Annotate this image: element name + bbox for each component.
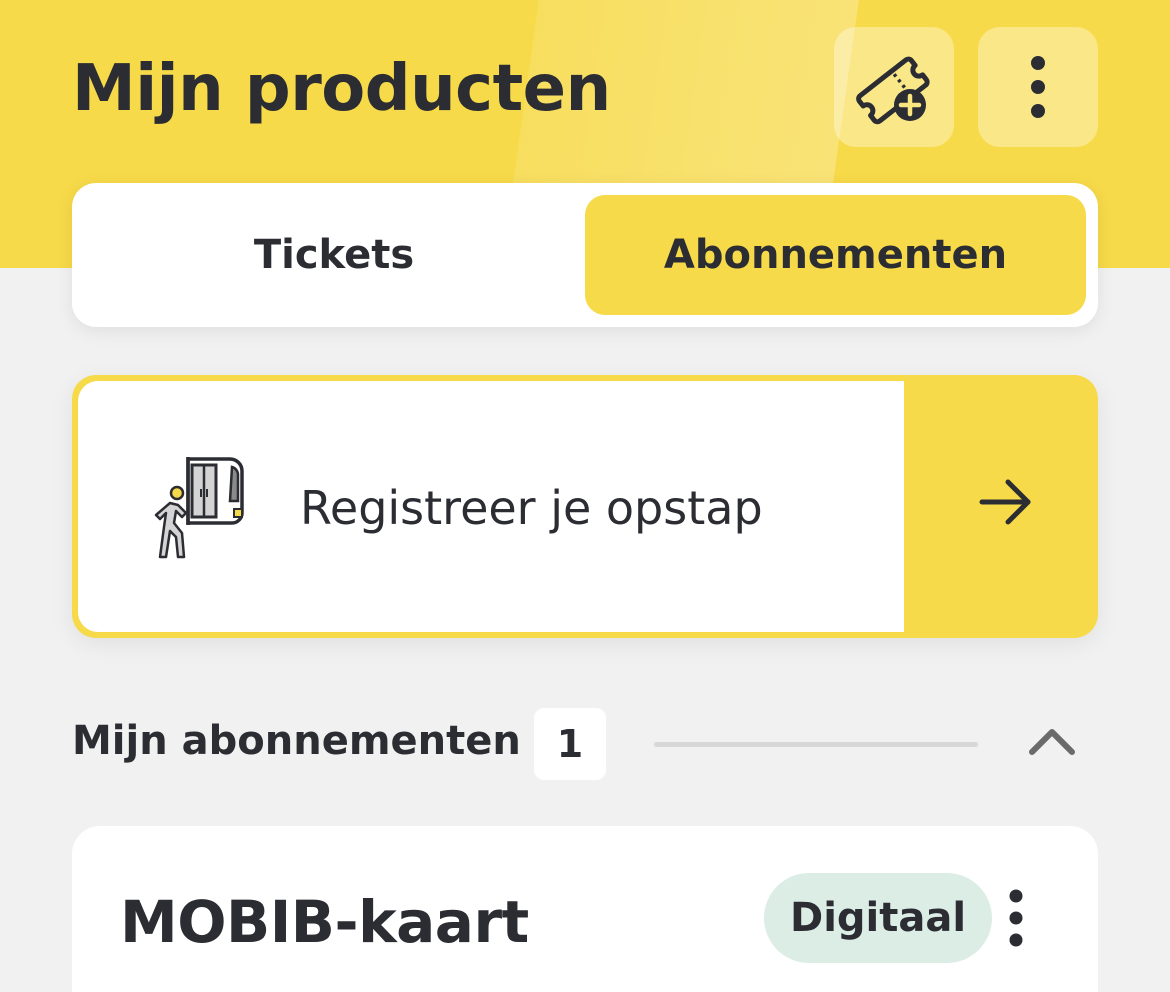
chevron-up-icon: [1029, 729, 1075, 755]
digital-badge: Digitaal: [764, 873, 993, 963]
tab-abonnementen[interactable]: Abonnementen: [585, 195, 1086, 315]
register-boarding-label: Registreer je opstap: [300, 481, 763, 535]
ticket-add-icon: [856, 56, 930, 125]
collapse-section-button[interactable]: [1022, 718, 1082, 768]
buy-ticket-button[interactable]: [834, 27, 954, 147]
arrow-right-icon: [979, 479, 1031, 525]
product-card[interactable]: MOBIB-kaart Digitaal: [72, 826, 1098, 992]
tab-abonnementen-label: Abonnementen: [663, 232, 1008, 278]
tab-tickets-label: Tickets: [253, 232, 415, 278]
register-boarding-card[interactable]: Registreer je opstap: [72, 375, 1098, 638]
product-name: MOBIB-kaart: [120, 888, 529, 956]
header-more-button[interactable]: [978, 27, 1098, 147]
section-divider: [654, 742, 978, 747]
page-title: Mijn producten: [72, 52, 611, 126]
more-vertical-icon: [1031, 56, 1045, 118]
more-vertical-icon[interactable]: [994, 888, 1038, 952]
subscription-count-badge: 1: [534, 708, 606, 780]
tab-tickets[interactable]: Tickets: [84, 195, 584, 315]
section-title: Mijn abonnementen: [72, 718, 521, 764]
register-boarding-content: Registreer je opstap: [78, 381, 904, 632]
person-boarding-vehicle-icon: [154, 457, 244, 559]
product-type-tabs: Tickets Abonnementen: [72, 183, 1098, 327]
